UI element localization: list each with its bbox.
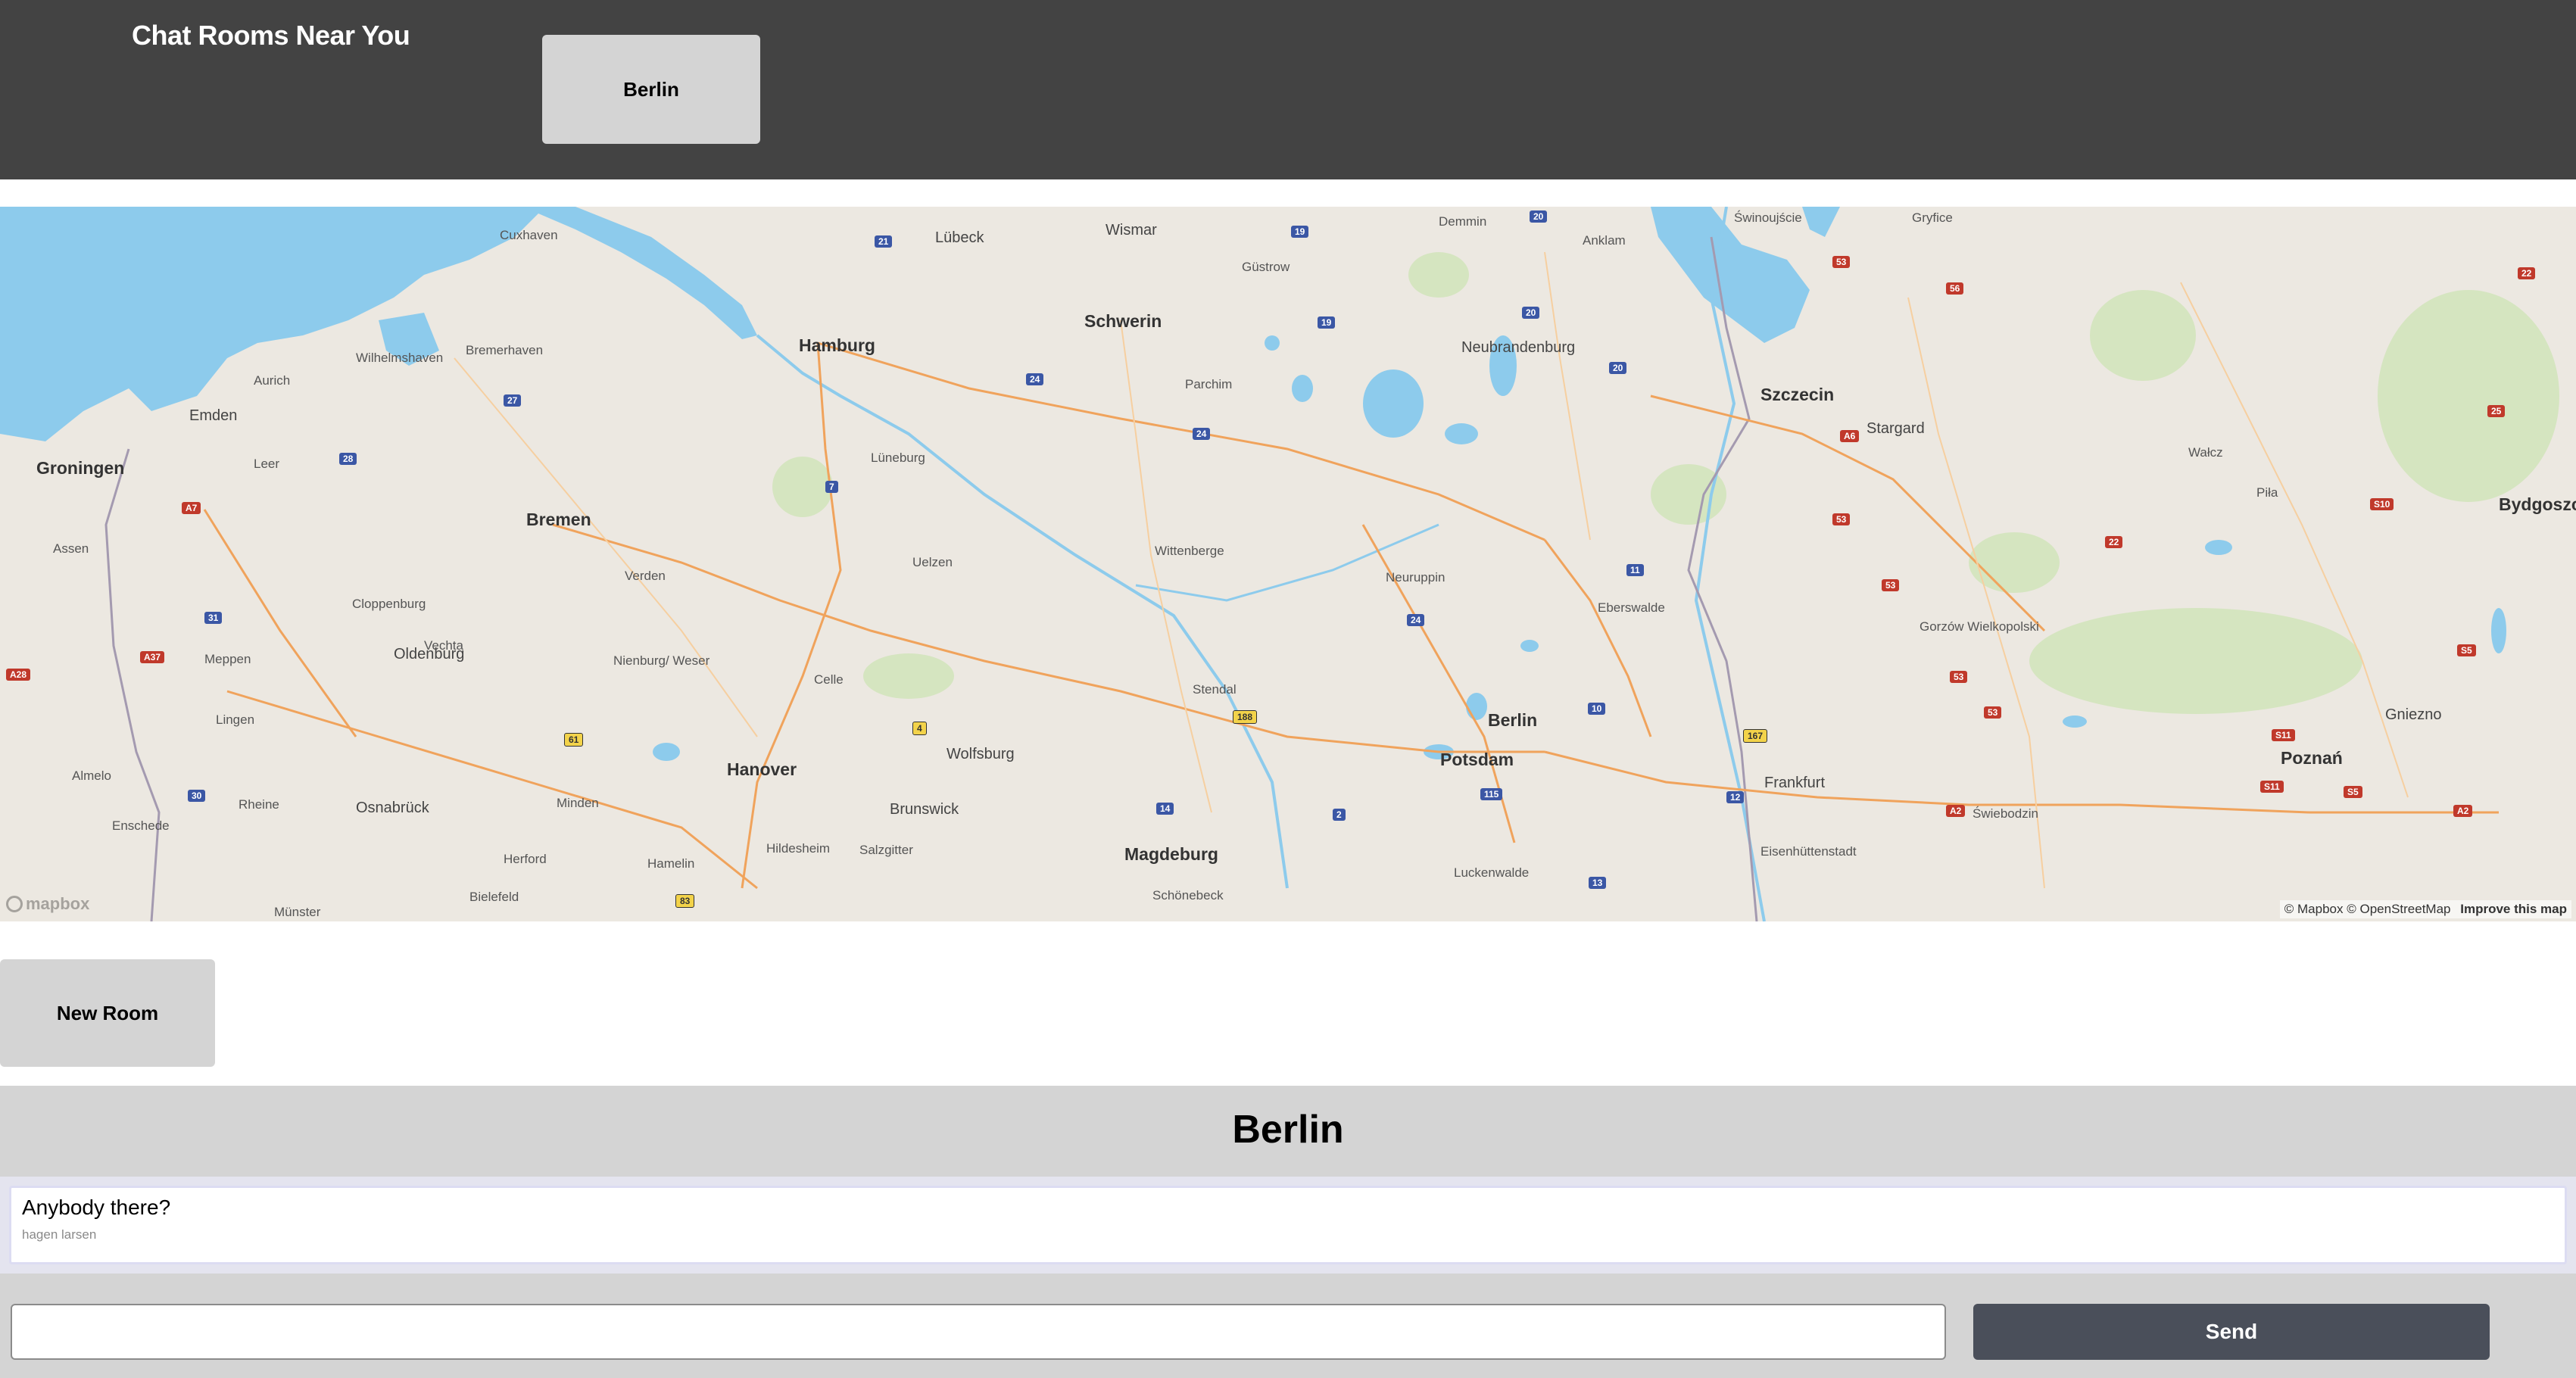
city-label-magdeburg: Magdeburg xyxy=(1124,844,1218,864)
city-label-rheine: Rheine xyxy=(239,797,279,812)
city-label-salzgitter: Salzgitter xyxy=(859,843,913,857)
city-label-celle: Celle xyxy=(814,672,844,687)
city-label-osnabruck: Osnabrück xyxy=(356,800,429,816)
city-label-hamelin: Hamelin xyxy=(647,856,695,871)
city-label-wilhelmshaven: Wilhelmshaven xyxy=(356,351,444,365)
city-label-wismar: Wismar xyxy=(1106,222,1157,238)
city-label-neuruppin: Neuruppin xyxy=(1386,570,1445,585)
road-shield: 53 xyxy=(1832,256,1851,268)
attribution-mapbox[interactable]: © Mapbox xyxy=(2284,902,2344,916)
improve-map-link[interactable]: Improve this map xyxy=(2460,902,2567,916)
mapbox-logo-icon xyxy=(6,896,23,912)
road-shield: 24 xyxy=(1407,614,1425,626)
road-shield: 19 xyxy=(1291,226,1309,238)
road-shield: 20 xyxy=(1522,307,1540,319)
road-shield: 56 xyxy=(1946,282,1964,295)
room-title: Berlin xyxy=(1232,1108,1344,1152)
city-label-brunswick: Brunswick xyxy=(890,801,959,818)
city-label-parchim: Parchim xyxy=(1185,377,1233,391)
road-shield: A37 xyxy=(140,651,165,663)
city-label-aurich: Aurich xyxy=(254,373,291,388)
city-label-lubeck: Lübeck xyxy=(935,229,984,246)
message-author: hagen larsen xyxy=(22,1227,97,1242)
road-shield: 7 xyxy=(825,481,838,493)
road-shield: 188 xyxy=(1233,710,1258,724)
city-label-stendal: Stendal xyxy=(1193,682,1237,697)
mapbox-logo-text: mapbox xyxy=(26,894,90,913)
city-label-swinoujscie: Świnoujście xyxy=(1734,210,1802,225)
city-label-wittenberge: Wittenberge xyxy=(1155,544,1224,558)
city-button[interactable]: Berlin xyxy=(542,35,760,144)
city-label-herford: Herford xyxy=(504,852,547,866)
road-shield: 61 xyxy=(564,733,584,747)
map-attribution: © Mapbox © OpenStreetMap Improve this ma… xyxy=(2279,900,2571,918)
message-list: Anybody there? hagen larsen xyxy=(0,1177,2576,1274)
road-shield: 24 xyxy=(1026,373,1044,385)
city-label-vechta: Vechta xyxy=(424,638,463,653)
road-shield: 21 xyxy=(875,235,893,248)
road-shield: A7 xyxy=(182,502,201,514)
city-label-emden: Emden xyxy=(189,407,238,424)
send-button[interactable]: Send xyxy=(1973,1304,2490,1360)
city-label-gustrow: Güstrow xyxy=(1242,260,1290,274)
city-label-bremen: Bremen xyxy=(526,510,591,529)
message-input[interactable] xyxy=(11,1304,1946,1360)
city-label-bremerhaven: Bremerhaven xyxy=(466,343,544,357)
road-shield: 83 xyxy=(675,894,695,908)
city-label-luneburg: Lüneburg xyxy=(871,450,925,465)
attribution-osm[interactable]: © OpenStreetMap xyxy=(2347,902,2450,916)
city-label-meppen: Meppen xyxy=(204,652,251,666)
city-label-leer: Leer xyxy=(254,457,280,471)
city-label-schwerin: Schwerin xyxy=(1084,311,1162,331)
city-label-lingen: Lingen xyxy=(216,712,255,727)
new-room-button[interactable]: New Room xyxy=(0,959,215,1067)
road-shield: 27 xyxy=(504,394,522,407)
map-marker-berlin[interactable] xyxy=(1528,694,2576,921)
city-label-schonebeck: Schönebeck xyxy=(1152,888,1224,903)
road-shield: 4 xyxy=(912,722,927,735)
city-label-cuxhaven: Cuxhaven xyxy=(500,228,558,242)
city-label-hildesheim: Hildesheim xyxy=(766,841,831,856)
road-shield: 24 xyxy=(1193,428,1211,440)
city-label-verden: Verden xyxy=(625,569,666,583)
message-item: Anybody there? hagen larsen xyxy=(9,1186,2567,1264)
road-shield: 30 xyxy=(188,790,206,802)
city-label-hanover: Hanover xyxy=(727,759,797,779)
city-label-almelo: Almelo xyxy=(72,768,111,783)
city-label-bielefeld: Bielefeld xyxy=(469,890,519,904)
city-label-enschede: Enschede xyxy=(112,818,170,833)
app-header: Chat Rooms Near You Berlin xyxy=(0,0,2576,179)
city-label-uelzen: Uelzen xyxy=(912,555,953,569)
city-label-assen: Assen xyxy=(53,541,89,556)
city-label-minden: Minden xyxy=(557,796,599,810)
city-label-demmin: Demmin xyxy=(1439,214,1487,229)
road-shield: 115 xyxy=(1480,788,1503,800)
road-shield: 31 xyxy=(204,612,223,624)
map[interactable]: Hamburg Bremen Hanover Berlin Szczecin M… xyxy=(0,207,2576,921)
city-label-groningen: Groningen xyxy=(36,458,125,478)
app-title: Chat Rooms Near You xyxy=(132,20,410,51)
city-label-nienburg: Nienburg/ Weser xyxy=(613,653,710,668)
city-label-wolfsburg: Wolfsburg xyxy=(947,746,1015,762)
road-shield: A28 xyxy=(6,669,31,681)
city-label-potsdam: Potsdam xyxy=(1440,750,1514,769)
mapbox-logo: mapbox xyxy=(6,894,89,914)
road-shield: 19 xyxy=(1318,316,1336,329)
city-label-munster: Münster xyxy=(274,905,321,919)
city-label-cloppenburg: Cloppenburg xyxy=(352,597,426,611)
road-shield: 28 xyxy=(339,453,357,465)
message-text: Anybody there? xyxy=(22,1196,171,1219)
city-label-luckenwalde: Luckenwalde xyxy=(1454,865,1530,880)
road-shield: 2 xyxy=(1333,809,1346,821)
road-shield: 22 xyxy=(2518,267,2536,279)
city-label-hamburg: Hamburg xyxy=(799,335,875,355)
road-shield: 20 xyxy=(1530,210,1548,223)
city-label-gryfice: Gryfice xyxy=(1912,210,1953,225)
city-label-anklam: Anklam xyxy=(1583,233,1626,248)
chat-panel: Berlin Anybody there? hagen larsen Send xyxy=(0,1086,2576,1378)
road-shield: 14 xyxy=(1156,803,1174,815)
